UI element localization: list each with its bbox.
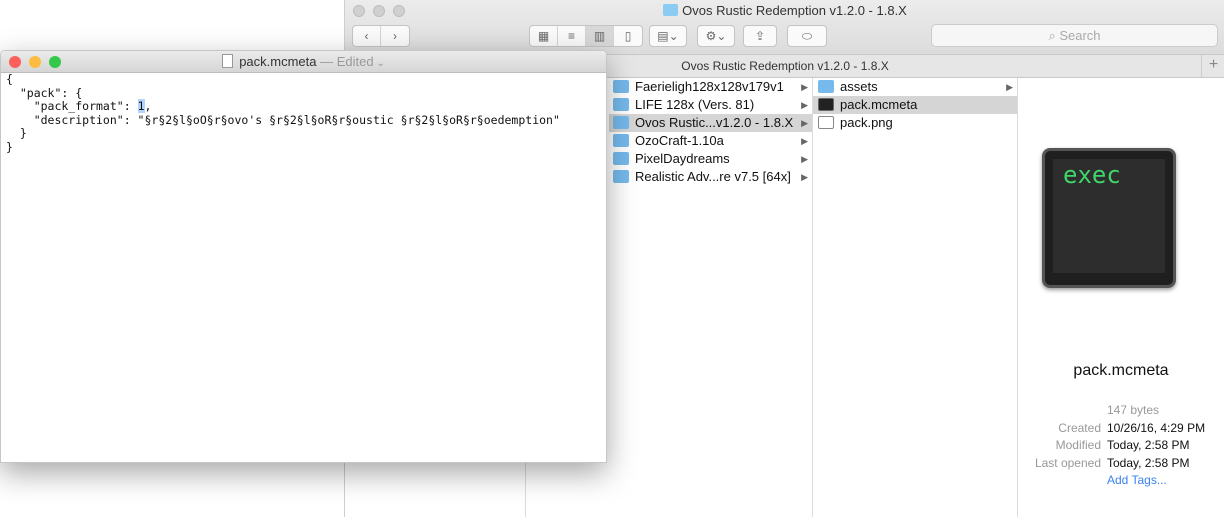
icon-view-button[interactable]: ▦ (530, 26, 558, 46)
search-input[interactable]: ⌕ Search (931, 24, 1218, 47)
list-view-button[interactable]: ≡ (558, 26, 586, 46)
view-switcher: ▦ ≡ ▥ ▯ (529, 25, 643, 47)
action-gear-button[interactable]: ⚙⌄ (697, 25, 735, 47)
folder-item[interactable]: Realistic Adv...re v7.5 [64x] ▶ (609, 168, 812, 186)
modified-label: Modified (1055, 438, 1101, 452)
folder-icon (613, 98, 629, 111)
back-button[interactable]: ‹ (353, 26, 381, 46)
file-name: assets (840, 79, 878, 94)
file-icon (818, 116, 834, 129)
path-title: Ovos Rustic Redemption v1.2.0 - 1.8.X (681, 59, 889, 73)
document-title[interactable]: pack.mcmeta (239, 54, 316, 69)
folder-item[interactable]: LIFE 128x (Vers. 81) ▶ (609, 96, 812, 114)
file-name: pack.png (840, 115, 893, 130)
arrange-button[interactable]: ▤⌄ (649, 25, 687, 47)
chevron-right-icon: ▶ (801, 136, 808, 146)
code-line: "pack_format": 1, (6, 99, 601, 114)
forward-button[interactable]: › (381, 26, 409, 46)
file-size: 147 bytes (1107, 403, 1160, 417)
folder-name: Faerieligh128x128v179v1 (635, 79, 784, 94)
folder-icon (613, 134, 629, 147)
textedit-titlebar: pack.mcmeta — Edited ⌄ (1, 51, 606, 73)
chevron-right-icon: ▶ (801, 172, 808, 182)
folder-name: Ovos Rustic...v1.2.0 - 1.8.X (635, 115, 794, 130)
code-text: , (144, 99, 152, 113)
folder-item[interactable]: OzoCraft-1.10a ▶ (609, 132, 812, 150)
folder-icon (613, 152, 629, 165)
nav-buttons: ‹ › (352, 25, 410, 47)
selected-text: 1 (137, 99, 145, 113)
column-divider[interactable] (812, 78, 813, 517)
coverflow-view-button[interactable]: ▯ (614, 26, 642, 46)
folder-name: PixelDaydreams (635, 151, 730, 166)
code-line: } (6, 139, 13, 154)
exec-label: exec (1053, 159, 1165, 273)
file-item[interactable]: assets ▶ (813, 78, 1017, 96)
chevron-right-icon: ▶ (801, 118, 808, 128)
textedit-window: pack.mcmeta — Edited ⌄ { "pack": { "pack… (0, 50, 607, 463)
add-tab-button[interactable]: + (1201, 55, 1224, 77)
file-item[interactable]: pack.png (813, 114, 1017, 132)
search-placeholder: Search (1059, 28, 1101, 43)
document-icon (222, 54, 234, 68)
file-preview-icon: exec (1042, 148, 1176, 288)
opened-value: Today, 2:58 PM (1107, 456, 1190, 470)
folder-icon (663, 4, 679, 16)
folder-icon (613, 170, 629, 183)
window-title: Ovos Rustic Redemption v1.2.0 - 1.8.X (345, 3, 1224, 18)
created-label: Created (1058, 421, 1101, 435)
folder-icon (818, 80, 834, 93)
chevron-right-icon: ▶ (801, 100, 808, 110)
folder-name: Realistic Adv...re v7.5 [64x] (635, 169, 791, 184)
title-text: Ovos Rustic Redemption v1.2.0 - 1.8.X (682, 3, 907, 18)
folder-item[interactable]: PixelDaydreams ▶ (609, 150, 812, 168)
folder-icon (613, 116, 629, 129)
code-line: { (6, 72, 13, 86)
folder-item[interactable]: Ovos Rustic...v1.2.0 - 1.8.X ▶ (609, 114, 812, 132)
share-button[interactable]: ⇪ (743, 25, 777, 47)
file-icon (818, 98, 834, 111)
preview-filename: pack.mcmeta (1073, 362, 1169, 379)
file-item[interactable]: pack.mcmeta (813, 96, 1017, 114)
folder-name: OzoCraft-1.10a (635, 133, 724, 148)
chevron-right-icon: ▶ (1006, 82, 1013, 92)
code-line: "description": "§r§2§l§oO§r§ovo's §r§2§l… (6, 112, 560, 127)
chevron-right-icon: ▶ (801, 82, 808, 92)
finder-toolbar: Ovos Rustic Redemption v1.2.0 - 1.8.X ‹ ›… (345, 0, 1224, 55)
tag-button[interactable]: ⬭ (787, 25, 827, 47)
edited-status[interactable]: — Edited (320, 54, 373, 69)
column-view-button[interactable]: ▥ (586, 26, 614, 46)
document-text[interactable]: { "pack": { "pack_format": 1, "descripti… (1, 72, 606, 154)
file-name: pack.mcmeta (840, 97, 918, 112)
modified-value: Today, 2:58 PM (1107, 438, 1190, 452)
code-text: "pack_format": (6, 99, 138, 113)
chevron-right-icon: ▶ (801, 154, 808, 164)
code-line: "pack": { (6, 85, 83, 100)
folder-name: LIFE 128x (Vers. 81) (635, 97, 755, 112)
code-line: } (6, 126, 27, 140)
created-value: 10/26/16, 4:29 PM (1107, 421, 1206, 435)
folder-item[interactable]: Faerieligh128x128v179v1 ▶ (609, 78, 812, 96)
opened-label: Last opened (1034, 456, 1101, 470)
add-tags-link[interactable]: Add Tags... (1107, 473, 1167, 487)
folder-icon (613, 80, 629, 93)
